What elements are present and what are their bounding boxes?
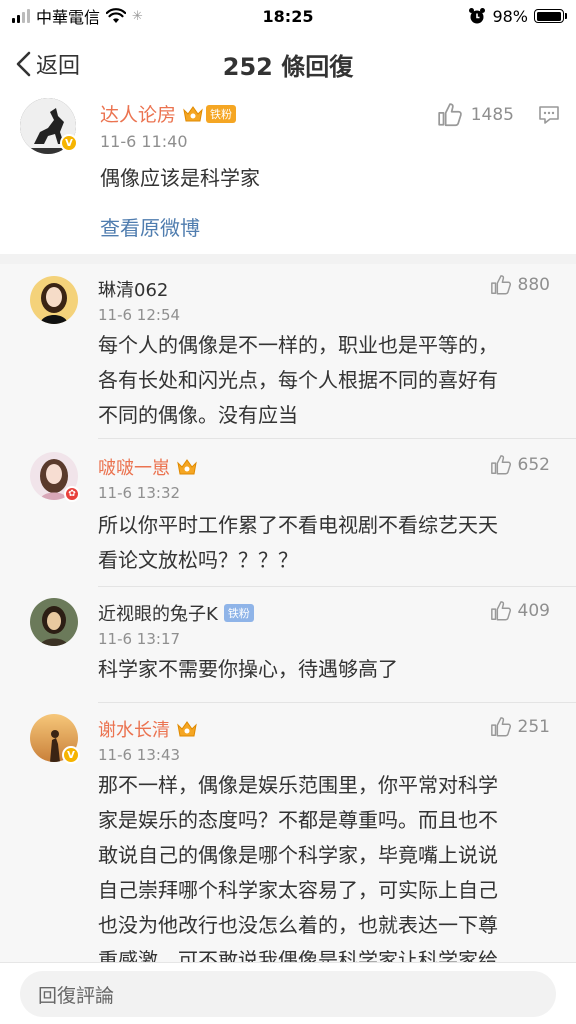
member-badge-icon: ✿	[64, 486, 80, 502]
text-line: 也没为他改行也没怎么着的，也就表达一下尊	[98, 913, 498, 937]
like-count: 1485	[470, 105, 514, 125]
verified-badge-icon: V	[60, 134, 78, 152]
like-button[interactable]: 1485	[437, 102, 514, 128]
page-title: 252 條回復	[222, 52, 354, 81]
comment-icon[interactable]	[538, 104, 560, 126]
author-name[interactable]: 谢水长清	[98, 716, 170, 742]
nav-bar: 返回 252 條回復	[0, 32, 576, 96]
thumbs-up-icon	[490, 455, 511, 475]
like-button[interactable]: 652	[490, 454, 550, 476]
crown-icon	[183, 105, 203, 121]
reply-author[interactable]: 近视眼的兔子K 铁粉	[98, 600, 254, 626]
loading-spinner-icon: ✳	[132, 8, 143, 24]
like-count: 652	[517, 455, 550, 475]
portrait-painting-icon	[30, 598, 78, 646]
text-line: 家是娱乐的态度吗？不都是尊重吗。而且也不	[98, 808, 498, 832]
list-item: 近视眼的兔子K 铁粉 11-6 13:17 409 科学家不需要你操心，待遇够高…	[0, 586, 576, 703]
fan-level-label: 铁粉	[206, 104, 237, 123]
crown-icon	[177, 459, 197, 475]
like-count: 880	[517, 275, 550, 295]
list-item: 琳清062 11-6 12:54 880 每个人的偶像是不一样的，职业也是平等的…	[0, 264, 576, 439]
text-line: 科学家不需要你操心，待遇够高了	[98, 657, 398, 681]
reply-time: 11-6 13:43	[98, 746, 181, 764]
comment-text: 偶像应该是科学家	[100, 166, 260, 190]
list-item: V 谢水长清 11-6 13:43 251 那不一样，偶像是娱乐范围里，你平常对…	[0, 702, 576, 962]
crown-icon	[177, 721, 197, 737]
reply-text: 每个人的偶像是不一样的，职业也是平等的， 各有长处和闪光点，每个人根据不同的喜好…	[98, 328, 548, 433]
reply-time: 11-6 13:32	[98, 484, 181, 502]
carrier-name: 中華電信	[36, 8, 101, 27]
wifi-icon	[106, 8, 127, 23]
text-line: 所以你平时工作累了不看电视剧不看综艺天天	[98, 513, 498, 537]
bottom-bar: 回復評論	[0, 962, 576, 1024]
like-count: 409	[517, 601, 550, 621]
author-name[interactable]: 近视眼的兔子K	[98, 600, 218, 626]
thumbs-up-icon	[490, 601, 511, 621]
thumbs-up-icon	[438, 103, 462, 127]
back-button[interactable]: 返回	[14, 48, 80, 80]
fan-level-label: 铁粉	[223, 604, 254, 622]
text-line: 各有长处和闪光点，每个人根据不同的喜好有	[98, 368, 498, 392]
section-divider	[0, 254, 576, 264]
reply-time: 11-6 12:54	[98, 306, 181, 324]
reply-text: 那不一样，偶像是娱乐范围里，你平常对科学 家是娱乐的态度吗？不都是尊重吗。而且也…	[98, 768, 548, 962]
text-line: 敢说自己的偶像是哪个科学家，毕竟嘴上说说	[98, 843, 498, 867]
fan-badge: 铁粉	[182, 104, 237, 124]
cellular-signal-icon	[12, 9, 30, 23]
like-button[interactable]: 251	[490, 716, 550, 738]
reply-author[interactable]: 琳清062	[98, 276, 168, 302]
like-button[interactable]: 880	[490, 274, 550, 296]
author-name[interactable]: 达人论房	[100, 100, 176, 127]
reply-time: 11-6 13:17	[98, 630, 181, 648]
comment-time: 11-6 11:40	[100, 132, 188, 151]
text-line: 每个人的偶像是不一样的，职业也是平等的，	[98, 333, 498, 357]
like-count: 251	[517, 717, 550, 737]
battery-icon	[534, 9, 567, 23]
divider	[98, 438, 576, 439]
reply-input-placeholder: 回復評論	[38, 984, 115, 1007]
reply-text: 科学家不需要你操心，待遇够高了	[98, 652, 548, 687]
reply-text: 所以你平时工作累了不看电视剧不看综艺天天 看论文放松吗？？？？	[98, 508, 548, 578]
like-button[interactable]: 409	[490, 600, 550, 622]
text-line: 自己崇拜哪个科学家太容易了，可实际上自己	[98, 878, 498, 902]
author-name[interactable]: 琳清062	[98, 276, 168, 302]
back-label: 返回	[36, 54, 81, 79]
text-line: 重感激，可不敢说我偶像是科学家让科学家给	[98, 948, 498, 962]
avatar[interactable]	[30, 276, 78, 324]
view-original-post-link[interactable]: 查看原微博	[100, 212, 200, 241]
thumbs-up-icon	[490, 717, 511, 737]
alarm-clock-icon	[469, 8, 486, 24]
reply-list: 琳清062 11-6 12:54 880 每个人的偶像是不一样的，职业也是平等的…	[0, 264, 576, 962]
author-name[interactable]: 啵啵一崽	[98, 454, 170, 480]
list-item: ✿ 啵啵一崽 11-6 13:32 652 所以你平时工作累了不看电视剧不看综艺…	[0, 440, 576, 587]
text-line: 那不一样，偶像是娱乐范围里，你平常对科学	[98, 773, 498, 797]
status-bar: 中華電信 ✳ 18:25 98%	[0, 0, 576, 32]
reply-author[interactable]: 啵啵一崽	[98, 454, 198, 480]
chevron-left-icon	[16, 51, 31, 77]
battery-percent: 98%	[492, 6, 528, 26]
girl-portrait-icon	[30, 276, 78, 324]
reply-input[interactable]: 回復評論	[20, 971, 556, 1017]
avatar[interactable]	[30, 598, 78, 646]
verified-badge-icon: V	[62, 746, 80, 764]
thumbs-up-icon	[490, 275, 511, 295]
text-line: 不同的偶像。没有应当	[98, 403, 298, 427]
text-line: 看论文放松吗？？？？	[98, 548, 298, 572]
reply-author[interactable]: 谢水长清	[98, 716, 198, 742]
original-comment: V 达人论房 铁粉 11-6 11:40 偶像应该是科学家 查看原微博 1485	[0, 96, 576, 254]
comment-author[interactable]: 达人论房 铁粉	[100, 100, 237, 127]
